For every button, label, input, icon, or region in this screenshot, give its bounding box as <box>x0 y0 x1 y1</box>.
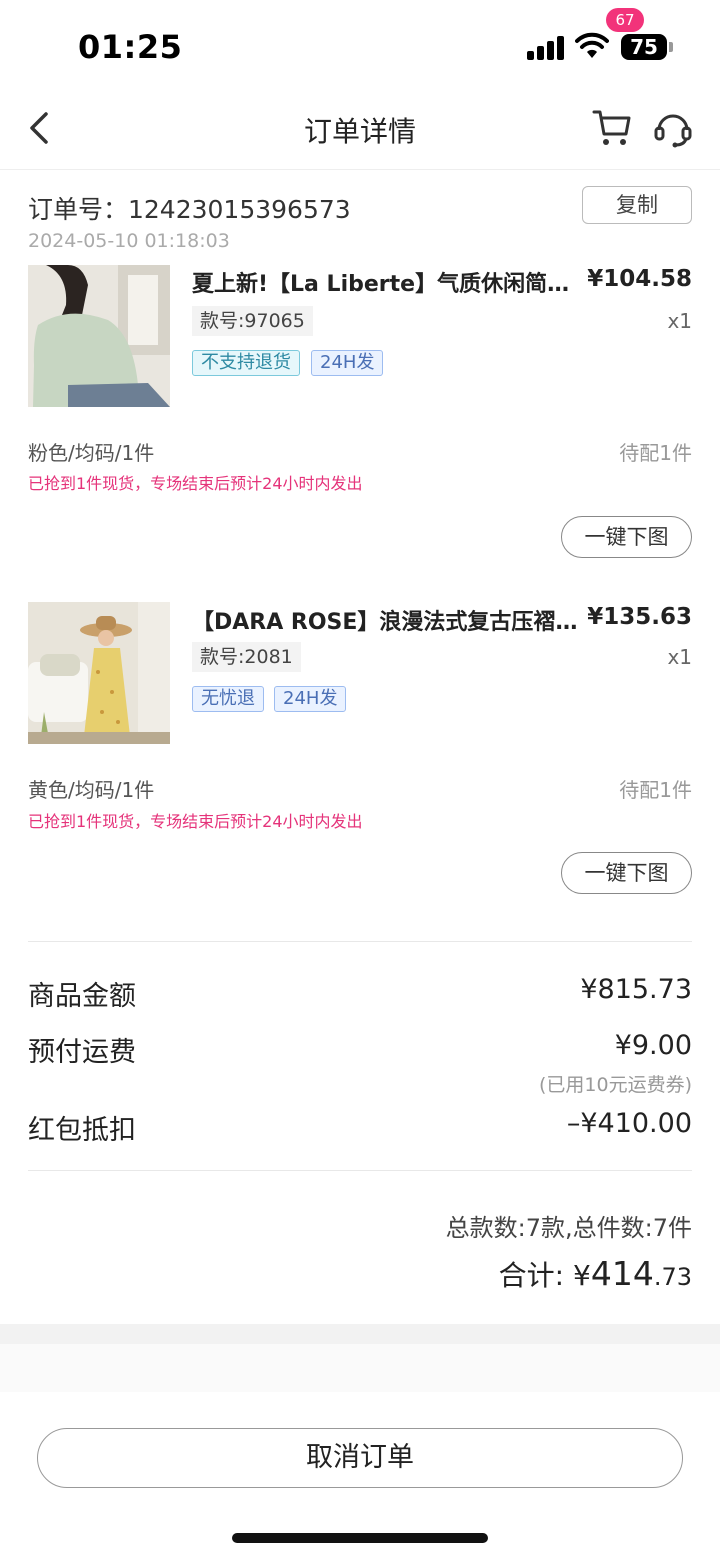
tag-worry-free-return: 无忧退 <box>192 686 264 712</box>
freight-value: ¥9.00 <box>614 1030 692 1061</box>
cancel-order-button[interactable]: 取消订单 <box>37 1428 683 1488</box>
section-separator <box>0 1324 720 1344</box>
item-count-summary: 总款数:7款,总件数:7件 <box>445 1214 692 1242</box>
download-images-button[interactable]: 一键下图 <box>561 516 692 558</box>
battery-icon: 75 <box>621 34 667 60</box>
total-integer: 414 <box>590 1254 654 1293</box>
divider <box>28 1170 692 1171</box>
pending-status: 待配1件 <box>619 441 692 465</box>
product-quantity: x1 <box>667 645 692 669</box>
product-title[interactable]: 夏上新!【La Liberte】气质休闲简约… <box>192 266 584 298</box>
stock-note: 已抢到1件现货，专场结束后预计24小时内发出 <box>28 812 363 831</box>
total-currency: ¥ <box>573 1259 591 1292</box>
divider <box>28 941 692 942</box>
order-number: 订单号：12423015396573 <box>28 195 351 224</box>
tag-24h-ship: 24H发 <box>274 686 347 712</box>
next-section-peek <box>0 1344 720 1394</box>
product-price: ¥104.58 <box>587 266 692 292</box>
cart-badge: 67 <box>606 8 644 32</box>
total-decimal: .73 <box>653 1263 692 1291</box>
freight-coupon-note: (已用10元运费券) <box>538 1074 692 1096</box>
status-time: 01:25 <box>78 28 183 66</box>
copy-button[interactable]: 复制 <box>582 186 692 224</box>
redpacket-label: 红包抵扣 <box>28 1115 136 1146</box>
total-label: 合计: <box>498 1259 573 1292</box>
redpacket-value: –¥410.00 <box>566 1108 692 1139</box>
battery-tip <box>669 42 673 52</box>
product-code: 款号:97065 <box>192 306 313 336</box>
product-code: 款号:2081 <box>192 642 301 672</box>
product-title[interactable]: 【DARA ROSE】浪漫法式复古压褶连衣裙 <box>192 604 584 636</box>
goods-amount-value: ¥815.73 <box>580 974 692 1005</box>
pending-status: 待配1件 <box>619 778 692 802</box>
product-spec: 黄色/均码/1件 <box>28 778 155 802</box>
tag-24h-ship: 24H发 <box>311 350 384 376</box>
product-price: ¥135.63 <box>587 604 692 630</box>
home-indicator <box>232 1533 488 1543</box>
product-quantity: x1 <box>667 309 692 333</box>
goods-amount-label: 商品金额 <box>28 981 136 1012</box>
customer-service-icon[interactable] <box>654 106 692 148</box>
stock-note: 已抢到1件现货，专场结束后预计24小时内发出 <box>28 474 363 493</box>
product-spec: 粉色/均码/1件 <box>28 441 155 465</box>
cart-icon[interactable] <box>592 106 632 148</box>
nav-bar: 订单详情 <box>0 90 720 170</box>
wifi-icon <box>575 32 609 58</box>
download-images-button[interactable]: 一键下图 <box>561 852 692 894</box>
signal-icon <box>527 36 565 60</box>
product-image[interactable] <box>28 265 170 407</box>
product-image[interactable] <box>28 602 170 744</box>
order-time: 2024-05-10 01:18:03 <box>28 230 230 252</box>
freight-label: 预付运费 <box>28 1037 136 1068</box>
total-amount: 合计: ¥414.73 <box>499 1254 692 1294</box>
tag-no-return: 不支持退货 <box>192 350 300 376</box>
